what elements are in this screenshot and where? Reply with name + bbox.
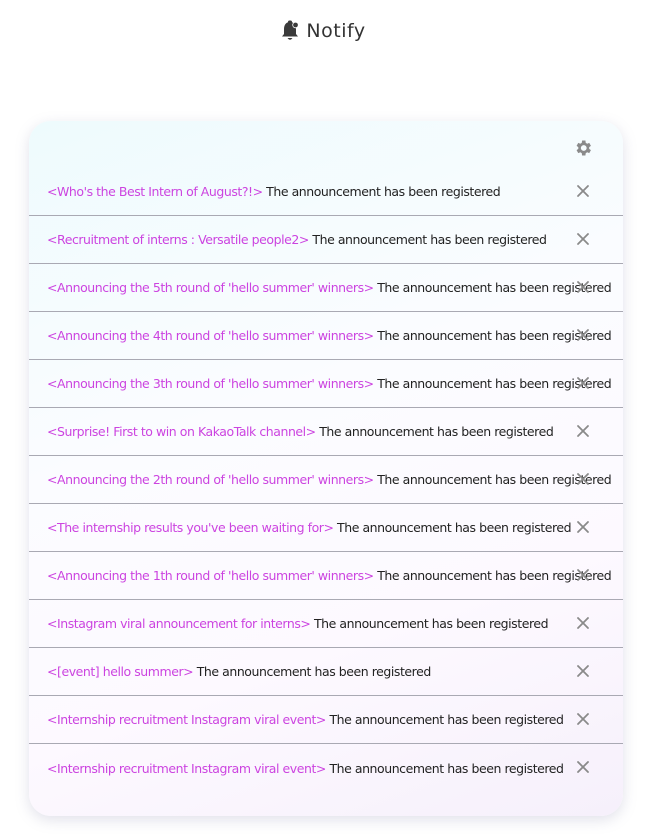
notification-panel: <Who's the Best Intern of August?!> The … [29,121,623,816]
notification-message: The announcement has been registered [329,760,564,776]
notification-item: <Internship recruitment Instagram viral … [29,744,623,792]
notification-title-link[interactable]: <Announcing the 4th round of 'hello summ… [47,328,374,343]
notification-text: <Announcing the 4th round of 'hello summ… [29,328,612,343]
notification-text: <Announcing the 2th round of 'hello summ… [29,472,612,487]
notification-message: The announcement has been registered [312,232,547,247]
notification-text: <Internship recruitment Instagram viral … [29,712,564,727]
notification-title-link[interactable]: <Internship recruitment Instagram viral … [47,712,326,727]
notification-message: The announcement has been registered [314,616,549,631]
close-icon[interactable] [576,760,590,774]
notification-item: <Internship recruitment Instagram viral … [29,696,623,744]
notification-item: <Surprise! First to win on KakaoTalk cha… [29,408,623,456]
notification-item: <Announcing the 2th round of 'hello summ… [29,456,623,504]
notification-text: <Announcing the 3th round of 'hello summ… [29,376,612,391]
notification-message: The announcement has been registered [266,184,501,199]
notification-item: <Instagram viral announcement for intern… [29,600,623,648]
notification-message: The announcement has been registered [319,424,554,439]
notification-message: The announcement has been registered [329,712,564,727]
gear-icon[interactable] [573,138,593,158]
notification-title-link[interactable]: <Recruitment of interns : Versatile peop… [47,232,309,247]
close-icon[interactable] [576,232,590,246]
notification-text: <[event] hello summer> The announcement … [29,664,431,679]
close-icon[interactable] [576,520,590,534]
notification-text: <Announcing the 5th round of 'hello summ… [29,280,612,295]
notification-item: <Announcing the 3th round of 'hello summ… [29,360,623,408]
notification-text: <Internship recruitment Instagram viral … [29,761,564,776]
notification-title-link[interactable]: <The internship results you've been wait… [47,520,334,535]
notification-message: The announcement has been registered [337,520,572,535]
notification-item: <The internship results you've been wait… [29,504,623,552]
close-icon[interactable] [576,568,590,582]
close-icon[interactable] [576,472,590,486]
close-icon[interactable] [576,712,590,726]
notification-item: <Announcing the 5th round of 'hello summ… [29,264,623,312]
notification-title-link[interactable]: <Instagram viral announcement for intern… [47,616,311,631]
close-icon[interactable] [576,424,590,438]
close-icon[interactable] [576,280,590,294]
page-header: Notify [0,16,646,46]
notification-text: <Surprise! First to win on KakaoTalk cha… [29,424,554,439]
notification-list: <Who's the Best Intern of August?!> The … [29,168,623,792]
bell-icon [282,20,300,40]
close-icon[interactable] [576,328,590,342]
notification-text: <Announcing the 1th round of 'hello summ… [29,568,612,583]
notification-title-link[interactable]: <Announcing the 1th round of 'hello summ… [47,568,374,583]
notification-title-link[interactable]: <Announcing the 3th round of 'hello summ… [47,376,374,391]
notification-item: <Announcing the 4th round of 'hello summ… [29,312,623,360]
notification-title-link[interactable]: <Who's the Best Intern of August?!> [47,184,263,199]
notification-text: <Instagram viral announcement for intern… [29,616,549,631]
notification-title-link[interactable]: <[event] hello summer> [47,664,194,679]
close-icon[interactable] [576,616,590,630]
notification-title-link[interactable]: <Internship recruitment Instagram viral … [47,761,326,776]
close-icon[interactable] [576,376,590,390]
notification-item: <Announcing the 1th round of 'hello summ… [29,552,623,600]
notification-text: <Who's the Best Intern of August?!> The … [29,184,501,199]
notification-title-link[interactable]: <Announcing the 5th round of 'hello summ… [47,280,374,295]
close-icon[interactable] [576,184,590,198]
notification-item: <Recruitment of interns : Versatile peop… [29,216,623,264]
page-title: Notify [306,20,366,42]
notification-text: <The internship results you've been wait… [29,520,572,535]
notification-text: <Recruitment of interns : Versatile peop… [29,232,547,247]
close-icon[interactable] [576,664,590,678]
notification-title-link[interactable]: <Surprise! First to win on KakaoTalk cha… [47,424,316,439]
notification-message: The announcement has been registered [196,664,432,679]
notification-item: <Who's the Best Intern of August?!> The … [29,168,623,216]
notification-title-link[interactable]: <Announcing the 2th round of 'hello summ… [47,472,374,487]
notification-item: <[event] hello summer> The announcement … [29,648,623,696]
